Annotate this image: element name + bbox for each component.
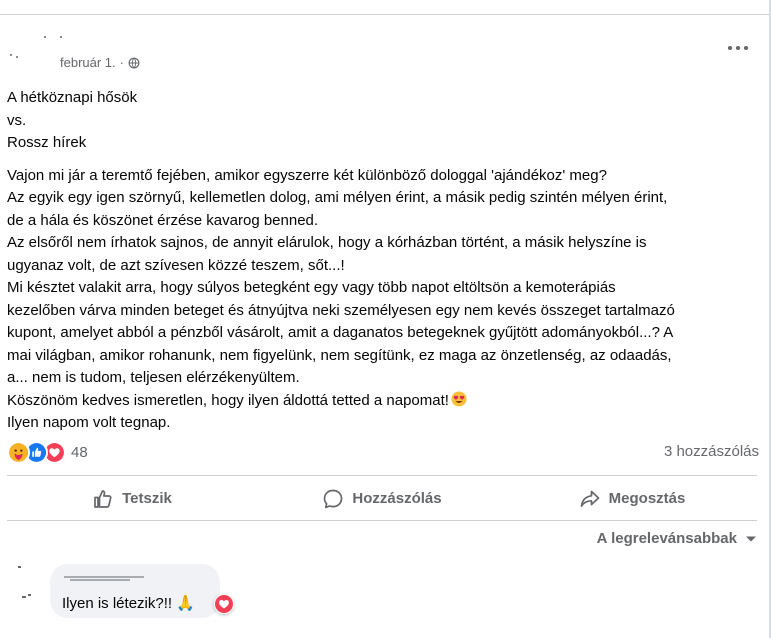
comment-text: Ilyen is létezik?!! 🙏: [62, 595, 195, 612]
sort-label: A legrelevánsabbak: [596, 530, 737, 547]
redacted-author[interactable]: [6, 36, 62, 70]
share-label: Megosztás: [608, 490, 686, 507]
post-body: Vajon mi jár a teremtő fejében, amikor e…: [7, 165, 762, 413]
post-body-text: Vajon mi jár a teremtő fejében, amikor e…: [7, 166, 675, 409]
post-title: A hétköznapi hősök vs. Rossz hírek: [7, 89, 138, 151]
post-date[interactable]: február 1.: [60, 55, 116, 70]
share-arrow-icon: [580, 490, 600, 507]
reaction-count[interactable]: 48: [71, 444, 88, 461]
comment-sort-dropdown[interactable]: A legrelevánsabbak: [597, 530, 757, 547]
post-last-line: Ilyen napom volt tegnap.: [7, 414, 171, 431]
caret-down-icon: [746, 536, 756, 541]
reactions-summary[interactable]: 48: [7, 441, 88, 464]
thumbs-up-icon: [94, 489, 112, 508]
redacted-commenter-avatar[interactable]: [18, 566, 40, 606]
more-options-button[interactable]: [726, 38, 750, 58]
post-actions: Tetszik Hozzászólás Megosztás: [7, 477, 757, 520]
comments-count-link[interactable]: 3 hozzászólás: [664, 443, 759, 460]
divider: [7, 475, 757, 476]
top-divider: [0, 14, 771, 15]
meta-separator: ·: [119, 55, 124, 70]
heart-eyes-emoji: [451, 391, 467, 406]
comment-bubble-icon: [324, 489, 343, 508]
love-icon: [215, 595, 233, 613]
redacted-commenter-name[interactable]: [64, 574, 146, 581]
comment-button[interactable]: Hozzászólás: [257, 477, 507, 520]
divider: [7, 520, 757, 521]
post-text: A hétköznapi hősök vs. Rossz hírek Vajon…: [7, 87, 762, 435]
comment-label: Hozzászólás: [352, 490, 442, 507]
comment-bubble: Ilyen is létezik?!! 🙏: [50, 564, 220, 618]
more-dots-icon: [728, 46, 748, 50]
post-meta: február 1. ·: [60, 55, 140, 70]
care-emoji: [7, 441, 30, 464]
globe-icon: [128, 57, 140, 68]
comment-reaction-badge[interactable]: [214, 594, 234, 614]
like-label: Tetszik: [122, 490, 172, 507]
like-button[interactable]: Tetszik: [7, 477, 257, 520]
share-button[interactable]: Megosztás: [507, 477, 757, 520]
